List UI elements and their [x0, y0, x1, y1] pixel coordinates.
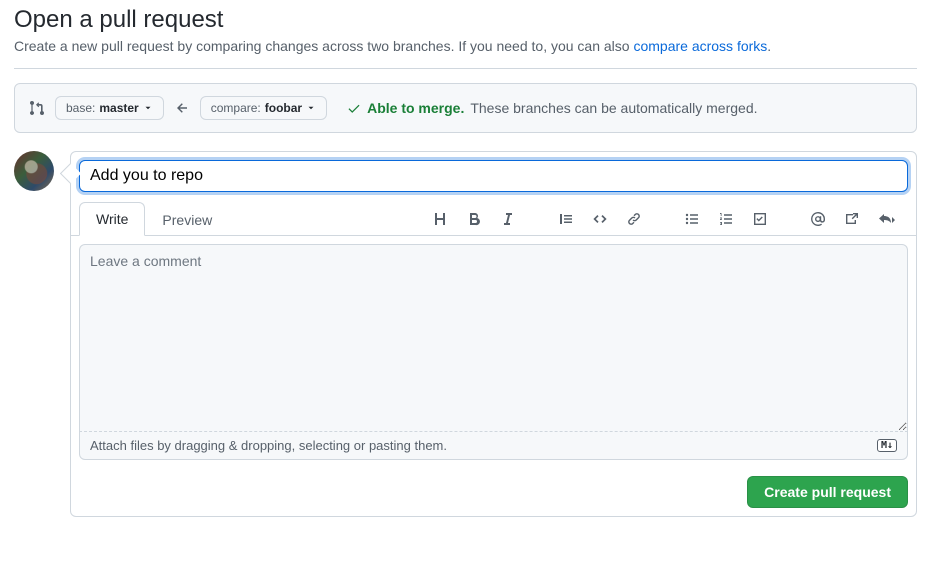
compare-label: compare: — [211, 101, 261, 115]
tab-preview[interactable]: Preview — [145, 202, 229, 236]
comment-textarea[interactable] — [79, 244, 908, 432]
attach-hint-bar[interactable]: Attach files by dragging & dropping, sel… — [79, 432, 908, 460]
italic-icon[interactable] — [498, 207, 518, 231]
caret-down-icon — [143, 103, 153, 113]
avatar[interactable] — [14, 151, 54, 191]
compare-value: foobar — [265, 101, 302, 115]
mention-icon[interactable] — [808, 207, 828, 231]
numbered-list-icon[interactable] — [716, 207, 736, 231]
link-icon[interactable] — [624, 207, 644, 231]
range-editor: base: master compare: foobar Able to mer… — [14, 83, 917, 133]
base-label: base: — [66, 101, 95, 115]
merge-desc-text: These branches can be automatically merg… — [470, 100, 757, 116]
page-title: Open a pull request — [14, 6, 917, 34]
compose-box: Write Preview — [70, 151, 917, 517]
base-value: master — [99, 101, 138, 115]
markdown-badge-icon[interactable]: M↓ — [877, 439, 897, 452]
cross-reference-icon[interactable] — [842, 207, 862, 231]
editor-tab-row: Write Preview — [71, 202, 916, 236]
task-list-icon[interactable] — [750, 207, 770, 231]
page-subtitle: Create a new pull request by comparing c… — [14, 38, 917, 54]
merge-able-text: Able to merge. — [367, 100, 464, 116]
check-icon — [347, 101, 361, 115]
base-branch-button[interactable]: base: master — [55, 96, 164, 120]
header-divider — [14, 68, 917, 69]
merge-status: Able to merge. These branches can be aut… — [347, 100, 757, 116]
compare-forks-link[interactable]: compare across forks — [633, 38, 767, 54]
arrow-left-icon — [174, 100, 190, 116]
quote-icon[interactable] — [556, 207, 576, 231]
bulleted-list-icon[interactable] — [682, 207, 702, 231]
pr-title-input[interactable] — [79, 160, 908, 192]
attach-hint-text: Attach files by dragging & dropping, sel… — [90, 438, 447, 453]
heading-icon[interactable] — [430, 207, 450, 231]
compare-branch-button[interactable]: compare: foobar — [200, 96, 327, 120]
tab-write[interactable]: Write — [79, 202, 145, 236]
code-icon[interactable] — [590, 207, 610, 231]
create-pull-request-button[interactable]: Create pull request — [747, 476, 908, 508]
bold-icon[interactable] — [464, 207, 484, 231]
saved-replies-icon[interactable] — [876, 207, 898, 231]
caret-down-icon — [306, 103, 316, 113]
git-compare-icon — [29, 100, 45, 116]
subtitle-text-after: . — [767, 38, 771, 54]
subtitle-text-before: Create a new pull request by comparing c… — [14, 38, 633, 54]
formatting-toolbar — [420, 207, 908, 231]
